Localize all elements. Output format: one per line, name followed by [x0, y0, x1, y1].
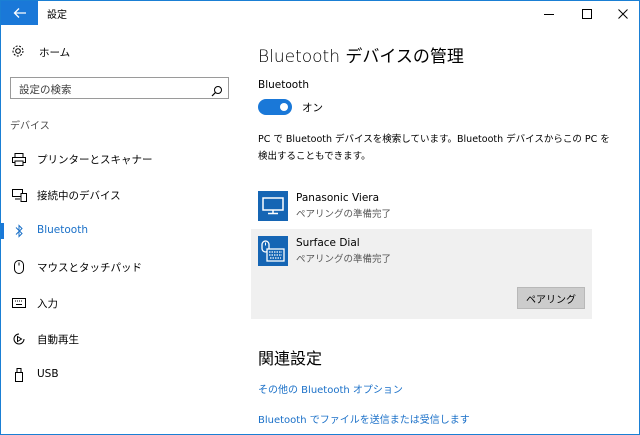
selection-indicator — [1, 223, 4, 239]
minimize-icon — [544, 4, 554, 23]
related-settings-title: 関連設定 — [258, 349, 323, 368]
sidebar: ホーム 設定の検索 デバイス プリンターとスキャナー 接続中のデバイス Blue… — [1, 25, 241, 434]
printer-icon — [11, 151, 27, 167]
close-button[interactable] — [605, 1, 639, 25]
device-status: ペアリングの準備完了 — [296, 209, 392, 220]
sidebar-item-label: Bluetooth — [37, 224, 88, 236]
sidebar-item-typing[interactable]: 入力 — [1, 286, 241, 320]
discovery-description: PC で Bluetooth デバイスを検索しています。Bluetooth デバ… — [258, 134, 610, 162]
maximize-button[interactable] — [569, 1, 605, 25]
home-link[interactable]: ホーム — [11, 42, 70, 62]
bluetooth-toggle[interactable] — [258, 99, 292, 115]
toggle-state-text: オン — [302, 102, 323, 114]
sidebar-item-label: 入力 — [37, 298, 58, 310]
window-title: 設定 — [47, 10, 67, 21]
maximize-icon — [582, 4, 592, 23]
sidebar-item-label: USB — [37, 368, 59, 380]
search-icon[interactable] — [211, 82, 223, 101]
sidebar-item-label: 自動再生 — [37, 334, 79, 346]
sidebar-item-printers[interactable]: プリンターとスキャナー — [1, 142, 241, 176]
search-input[interactable]: 設定の検索 — [10, 77, 229, 99]
device-surface-dial[interactable]: Surface Dial ペアリングの準備完了 — [251, 229, 592, 279]
sidebar-item-autoplay[interactable]: 自動再生 — [1, 322, 241, 356]
more-bluetooth-options-link[interactable]: その他の Bluetooth オプション — [258, 381, 403, 396]
settings-window: 設定 ホーム 設定の検索 デバイス プリンターとスキャナー 接続中のデバイス B… — [0, 0, 640, 435]
title-bar: 設定 — [1, 1, 639, 25]
minimize-button[interactable] — [531, 1, 567, 25]
gear-icon — [11, 43, 25, 62]
sidebar-item-label: 接続中のデバイス — [37, 190, 121, 202]
sidebar-item-label: マウスとタッチパッド — [37, 262, 142, 274]
keyboard-icon — [11, 295, 27, 311]
device-panasonic-viera[interactable]: Panasonic Viera ペアリングの準備完了 — [251, 184, 592, 234]
close-icon — [618, 4, 628, 23]
search-placeholder: 設定の検索 — [19, 84, 72, 96]
input-device-icon — [258, 236, 288, 266]
monitor-icon — [258, 191, 288, 221]
device-name: Surface Dial — [296, 237, 360, 249]
device-name: Panasonic Viera — [296, 192, 380, 204]
arrow-left-icon — [13, 4, 27, 23]
usb-icon — [11, 367, 27, 383]
pair-button[interactable]: ペアリング — [517, 287, 585, 309]
mouse-icon — [11, 259, 27, 275]
section-header-devices: デバイス — [10, 121, 50, 132]
device-actions-panel: ペアリング — [251, 275, 592, 319]
sidebar-item-mouse[interactable]: マウスとタッチパッド — [1, 250, 241, 284]
page-title: Bluetooth デバイスの管理 — [258, 47, 464, 67]
back-button[interactable] — [1, 1, 38, 25]
toggle-knob — [280, 103, 288, 111]
autoplay-icon — [11, 331, 27, 347]
main-content: Bluetooth デバイスの管理 Bluetooth オン PC で Blue… — [241, 25, 639, 434]
bluetooth-toggle-label: Bluetooth — [258, 79, 309, 91]
home-label: ホーム — [39, 46, 71, 59]
sidebar-item-bluetooth[interactable]: Bluetooth — [1, 214, 241, 248]
sidebar-item-connected-devices[interactable]: 接続中のデバイス — [1, 178, 241, 212]
connected-devices-icon — [11, 187, 27, 203]
sidebar-item-usb[interactable]: USB — [1, 358, 241, 392]
device-status: ペアリングの準備完了 — [296, 254, 392, 265]
sidebar-item-label: プリンターとスキャナー — [37, 154, 153, 166]
bluetooth-icon — [11, 223, 27, 239]
send-receive-files-link[interactable]: Bluetooth でファイルを送信または受信します — [258, 411, 470, 426]
